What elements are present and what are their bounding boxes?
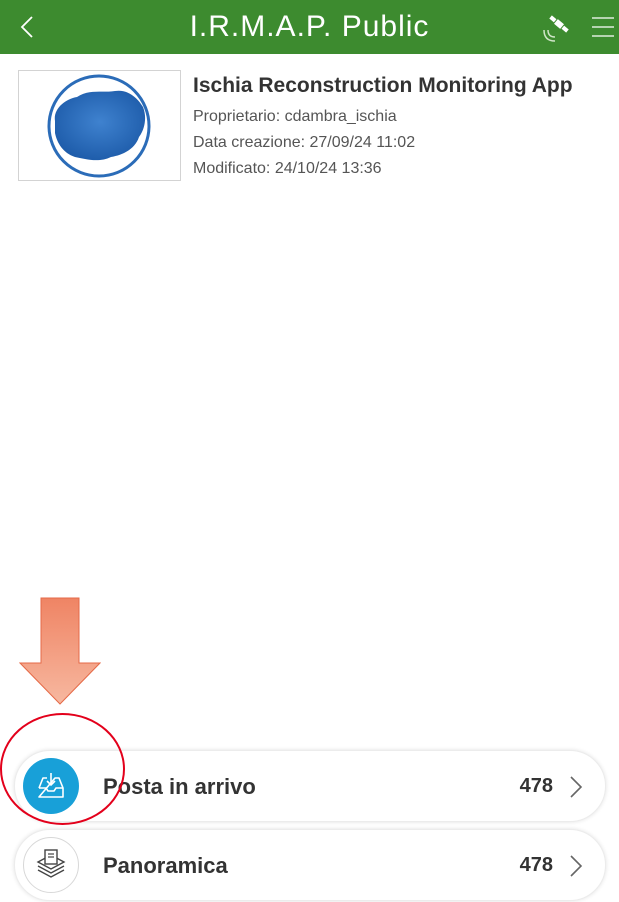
owner-text: Proprietario: cdambra_ischia: [193, 108, 397, 125]
top-app-bar: I.R.M.A.P. Public: [0, 0, 619, 54]
down-arrow-annotation: [19, 597, 101, 705]
modified-date-text: Modificato: 24/10/24 13:36: [193, 160, 382, 177]
ischia-island-logo: [47, 74, 151, 178]
chevron-right-icon: [570, 855, 583, 877]
inbox-download-icon: [38, 773, 64, 798]
chevron-right-icon: [570, 776, 583, 798]
inbox-icon-container: [23, 758, 79, 814]
list-item-count: 478: [519, 854, 553, 876]
created-date-text: Data creazione: 27/09/24 11:02: [193, 134, 416, 151]
app-info-card: Ischia Reconstruction Monitoring App Pro…: [18, 70, 608, 182]
list-item-inbox[interactable]: Posta in arrivo 478: [14, 750, 606, 822]
layers-stack-icon: [36, 849, 66, 878]
satellite-gps-icon: [543, 15, 569, 42]
list-item-label: Panoramica: [103, 853, 228, 878]
list-item-count: 478: [519, 775, 553, 797]
app-thumbnail: [18, 70, 181, 181]
list-item-label: Posta in arrivo: [103, 774, 256, 799]
gps-button[interactable]: [542, 12, 572, 42]
page-title: I.R.M.A.P. Public: [189, 10, 430, 43]
menu-button[interactable]: [590, 14, 616, 40]
overview-icon-container: [23, 837, 79, 893]
list-item-overview[interactable]: Panoramica 478: [14, 829, 606, 901]
app-name: Ischia Reconstruction Monitoring App: [193, 74, 573, 97]
hamburger-menu-icon: [592, 17, 614, 37]
